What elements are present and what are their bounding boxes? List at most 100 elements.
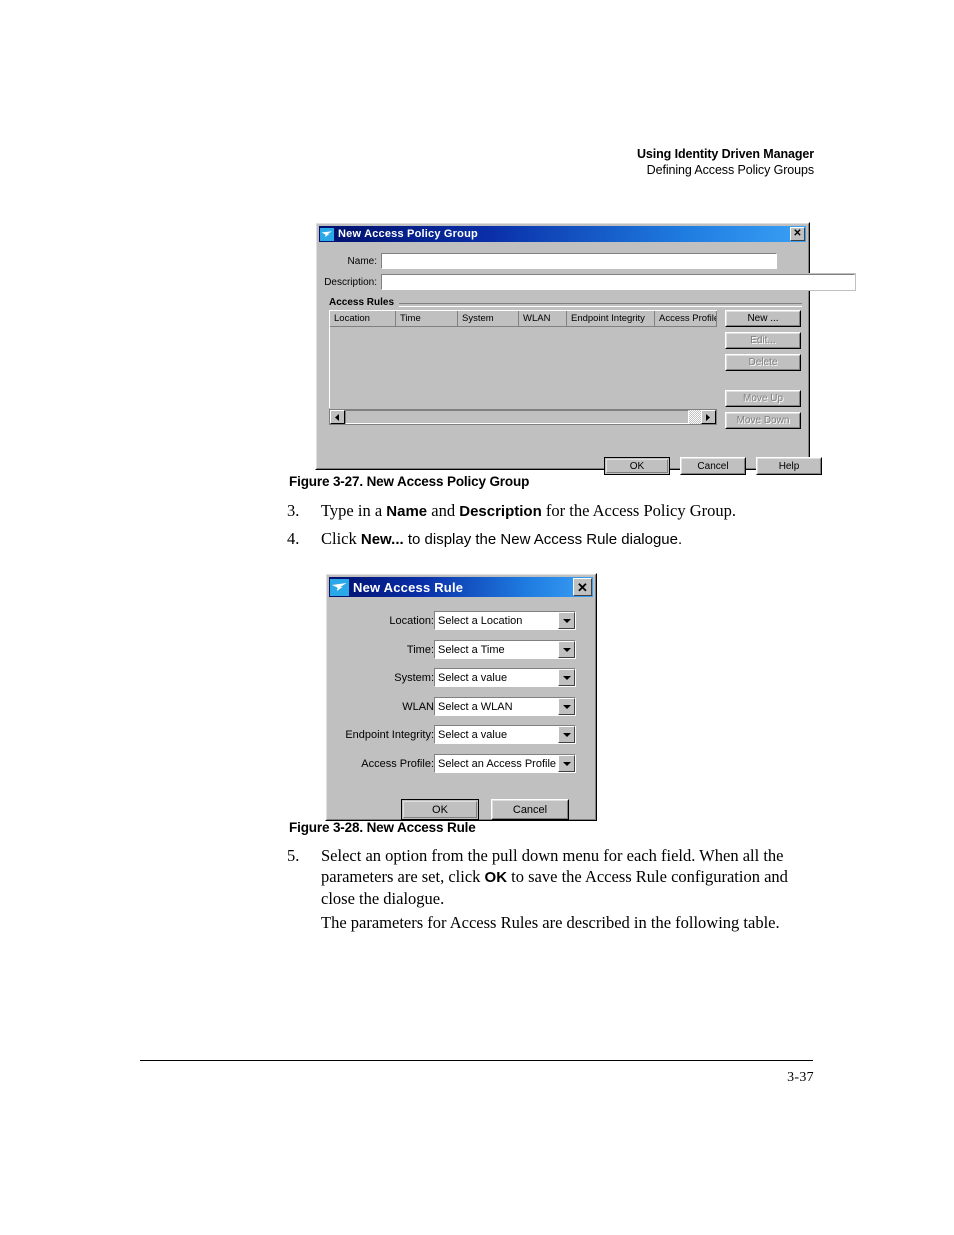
paragraph-text: The parameters for Access Rules are desc…: [321, 913, 780, 932]
footer-divider: [140, 1060, 813, 1061]
access-rules-group-label: Access Rules: [329, 297, 399, 308]
step-4: 4. Click New... to display the New Acces…: [287, 528, 807, 550]
access-rules-list[interactable]: [329, 327, 717, 408]
column-header-system[interactable]: System: [458, 311, 519, 327]
button-column-spacer: [725, 376, 801, 390]
system-value: Select a value: [438, 671, 508, 684]
close-icon[interactable]: ✕: [790, 227, 805, 241]
name-input[interactable]: [380, 252, 778, 270]
horizontal-scrollbar[interactable]: [329, 409, 717, 425]
wlan-value: Select a WLAN: [438, 700, 513, 713]
system-label: System:: [394, 671, 434, 684]
dialog-new-access-rule: New Access Rule ✕ Location: Select a Loc…: [325, 573, 597, 821]
help-button[interactable]: Help: [756, 457, 822, 475]
column-header-access-profile[interactable]: Access Profile: [655, 311, 717, 327]
cancel-button[interactable]: Cancel: [680, 457, 746, 475]
page-header-title: Using Identity Driven Manager: [637, 147, 814, 161]
step-3-part1: Type in a: [321, 501, 387, 520]
app-logo-icon: [320, 227, 334, 241]
dialog-footer-buttons: OK Cancel Help: [604, 457, 822, 475]
page-header-subtitle: Defining Access Policy Groups: [646, 163, 814, 177]
description-input[interactable]: [380, 273, 856, 291]
access-rule-footer-buttons: OK Cancel: [401, 799, 569, 820]
time-label: Time:: [406, 643, 434, 656]
access-rules-button-column: New ... Edit... Delete Move Up Move Down: [725, 310, 801, 434]
close-icon[interactable]: ✕: [573, 578, 592, 596]
description-label: Description:: [324, 277, 377, 288]
row-time: Time: Select a Time: [329, 640, 593, 659]
page-header: Using Identity Driven Manager Defining A…: [637, 146, 814, 178]
dialog-titlebar[interactable]: New Access Policy Group ✕: [319, 226, 806, 242]
access-rules-groupbox: Access Rules Location Time System WLAN E…: [327, 297, 802, 453]
app-logo-icon: [330, 578, 349, 596]
row-wlan: WLAN Select a WLAN: [329, 697, 593, 716]
column-header-time[interactable]: Time: [396, 311, 458, 327]
step-3-number: 3.: [287, 501, 300, 520]
step-4-bold-new: New...: [360, 531, 404, 548]
step-3-text: Type in a Name and Description for the A…: [321, 500, 807, 522]
ok-button[interactable]: OK: [401, 799, 479, 820]
step-4-part2: to display the New Access Rule dialogue.: [403, 531, 683, 548]
scroll-right-arrow-icon[interactable]: [701, 410, 716, 424]
dialog-new-access-policy-group: New Access Policy Group ✕ Name: Descript…: [315, 222, 856, 475]
dialog-body: Name: Description: Access Rules Location…: [319, 242, 856, 475]
time-dropdown[interactable]: Select a Time: [434, 640, 576, 659]
delete-rule-button[interactable]: Delete: [725, 354, 801, 371]
step-3: 3. Type in a Name and Description for th…: [287, 500, 807, 522]
edit-rule-button[interactable]: Edit...: [725, 332, 801, 349]
access-profile-label: Access Profile:: [361, 757, 434, 770]
move-down-button[interactable]: Move Down: [725, 412, 801, 429]
location-dropdown[interactable]: Select a Location: [434, 611, 576, 630]
system-dropdown[interactable]: Select a value: [434, 668, 576, 687]
wlan-dropdown[interactable]: Select a WLAN: [434, 697, 576, 716]
time-value: Select a Time: [438, 643, 505, 656]
row-system: System: Select a value: [329, 668, 593, 687]
step-3-bold-name: Name: [386, 503, 428, 520]
access-rule-titlebar[interactable]: New Access Rule ✕: [329, 577, 593, 597]
column-header-endpoint-integrity[interactable]: Endpoint Integrity: [567, 311, 655, 327]
name-field-row: Name:: [319, 252, 806, 270]
chevron-down-icon[interactable]: [558, 669, 575, 686]
chevron-down-icon[interactable]: [558, 612, 575, 629]
paragraph-following-table: The parameters for Access Rules are desc…: [287, 912, 807, 933]
scrollbar-gap: [689, 410, 701, 424]
ok-button[interactable]: OK: [604, 457, 670, 475]
step-5: 5. Select an option from the pull down m…: [287, 845, 807, 909]
location-label: Location:: [389, 614, 434, 627]
description-field-row: Description:: [319, 273, 856, 291]
step-4-text: Click New... to display the New Access R…: [321, 528, 807, 550]
step-5-number: 5.: [287, 846, 300, 865]
endpoint-integrity-value: Select a value: [438, 728, 508, 741]
step-4-part1: Click: [321, 529, 361, 548]
scrollbar-track[interactable]: [345, 410, 689, 424]
row-access-profile: Access Profile: Select an Access Profile: [329, 754, 593, 773]
cancel-button[interactable]: Cancel: [491, 799, 569, 820]
access-rule-body: Location: Select a Location Time: Select…: [329, 597, 593, 820]
step-3-part2: and: [427, 501, 460, 520]
access-profile-dropdown[interactable]: Select an Access Profile: [434, 754, 576, 773]
step-4-number: 4.: [287, 529, 300, 548]
access-rules-table-header: Location Time System WLAN Endpoint Integ…: [329, 310, 717, 327]
figure-caption-3-27: Figure 3-27. New Access Policy Group: [289, 474, 530, 489]
new-rule-button[interactable]: New ...: [725, 310, 801, 327]
column-header-wlan[interactable]: WLAN: [519, 311, 567, 327]
row-endpoint-integrity: Endpoint Integrity: Select a value: [329, 725, 593, 744]
chevron-down-icon[interactable]: [558, 755, 575, 772]
chevron-down-icon[interactable]: [558, 698, 575, 715]
location-value: Select a Location: [438, 614, 523, 627]
dialog-title: New Access Policy Group: [338, 228, 478, 240]
column-header-location[interactable]: Location: [330, 311, 396, 327]
access-profile-value: Select an Access Profile: [438, 757, 557, 770]
step-5-bold-ok: OK: [484, 869, 508, 886]
groupbox-divider: [399, 303, 802, 307]
endpoint-integrity-dropdown[interactable]: Select a value: [434, 725, 576, 744]
step-3-part3: for the Access Policy Group.: [541, 501, 737, 520]
scroll-left-arrow-icon[interactable]: [330, 410, 345, 424]
step-3-bold-description: Description: [459, 503, 542, 520]
row-location: Location: Select a Location: [329, 611, 593, 630]
name-label: Name:: [347, 256, 377, 267]
chevron-down-icon[interactable]: [558, 641, 575, 658]
endpoint-integrity-label: Endpoint Integrity:: [345, 728, 434, 741]
chevron-down-icon[interactable]: [558, 726, 575, 743]
move-up-button[interactable]: Move Up: [725, 390, 801, 407]
